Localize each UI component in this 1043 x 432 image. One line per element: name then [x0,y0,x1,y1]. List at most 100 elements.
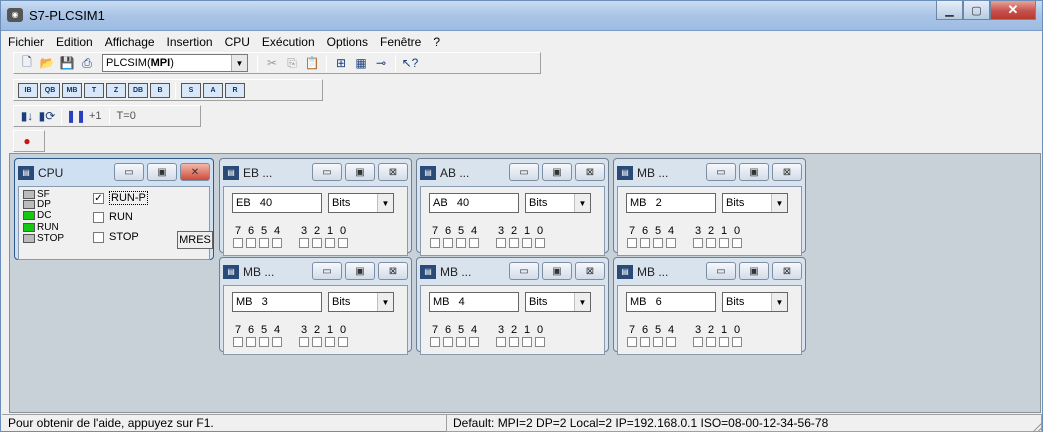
checkbox-box[interactable] [93,211,104,223]
bit-checkbox[interactable] [640,337,650,347]
close-button[interactable]: ⊠ [378,163,408,181]
insert-stack-icon[interactable]: S [181,82,201,98]
menu-options[interactable]: Options [321,33,374,51]
address-field[interactable]: AB 40 [429,193,519,213]
mode-run-checkbox[interactable]: RUN [93,211,133,223]
bit-checkbox[interactable] [732,238,742,248]
bit-checkbox[interactable] [653,337,663,347]
maximize-button[interactable]: ▣ [147,163,177,181]
bit-checkbox[interactable] [259,337,269,347]
minimize-button[interactable]: ▭ [114,163,144,181]
bit-checkbox[interactable] [706,337,716,347]
bit-checkbox[interactable] [325,238,335,248]
bit-checkbox[interactable] [640,238,650,248]
address-field[interactable]: MB 3 [232,292,322,312]
minimize-button[interactable]: ▭ [706,163,736,181]
bit-checkbox[interactable] [666,337,676,347]
open-folder-icon[interactable]: 📂 [38,55,56,72]
chevron-down-icon[interactable]: ▼ [574,194,590,212]
bit-checkbox[interactable] [312,337,322,347]
close-button[interactable]: ✕ [990,1,1036,20]
bit-checkbox[interactable] [693,337,703,347]
close-button[interactable]: ⊠ [575,163,605,181]
bit-checkbox[interactable] [719,337,729,347]
bit-checkbox[interactable] [272,337,282,347]
close-button[interactable]: ✕ [180,163,210,181]
cpu-window[interactable]: ▤ CPU ▭ ▣ ✕ SF DP DC RUN STOP ✓ RUN-P RUN… [14,158,214,260]
bit-checkbox[interactable] [469,238,479,248]
pause-icon[interactable]: ❚❚ [66,108,86,125]
record-pin-icon[interactable]: ● [18,133,36,150]
format-select[interactable]: Bits ▼ [722,292,788,312]
insert-timer-icon[interactable]: T [84,82,104,98]
menu-help[interactable]: ? [427,33,446,51]
new-file-icon[interactable]: 🗋 [18,55,36,72]
insert-marker-icon[interactable]: MB [62,82,82,98]
tile-windows-icon[interactable]: ▦ [352,55,370,72]
chevron-down-icon[interactable]: ▼ [771,293,787,311]
minimize-button[interactable]: ▭ [509,262,539,280]
print-icon[interactable]: ⎙ [78,55,96,72]
bit-checkbox[interactable] [535,238,545,248]
next-scan-button[interactable]: +1 [87,110,104,122]
bit-checkbox[interactable] [312,238,322,248]
bit-checkbox[interactable] [522,238,532,248]
insert-accumulator-icon[interactable]: A [203,82,223,98]
close-button[interactable]: ⊠ [575,262,605,280]
checkbox-box[interactable] [93,231,104,243]
insert-vertical-bits-icon[interactable]: B [150,82,170,98]
copy-icon[interactable]: ⎘ [283,55,301,72]
bit-checkbox[interactable] [443,238,453,248]
bit-checkbox[interactable] [233,238,243,248]
mode-stop-checkbox[interactable]: STOP [93,231,139,243]
save-icon[interactable]: 💾 [58,55,76,72]
bit-checkbox[interactable] [666,238,676,248]
variable-window[interactable]: ▤ MB ... ▭ ▣ ⊠ MB 3 Bits ▼ 7 6 5 4 3 2 1 0 [219,257,412,355]
bit-checkbox[interactable] [325,337,335,347]
menu-cpu[interactable]: CPU [219,33,256,51]
menu-affichage[interactable]: Affichage [99,33,161,51]
format-select[interactable]: Bits ▼ [328,193,394,213]
bit-checkbox[interactable] [509,337,519,347]
continuous-scan-icon[interactable]: ▮⟳ [38,108,56,125]
close-button[interactable]: ⊠ [378,262,408,280]
menu-edition[interactable]: Edition [50,33,99,51]
bit-checkbox[interactable] [653,238,663,248]
insert-input-icon[interactable]: IB [18,82,38,98]
pin-icon[interactable]: ⊸ [372,55,390,72]
chevron-down-icon[interactable]: ▼ [574,293,590,311]
variable-window[interactable]: ▤ EB ... ▭ ▣ ⊠ EB 40 Bits ▼ 7 6 5 4 3 2 1 0 [219,158,412,256]
chevron-down-icon[interactable]: ▼ [771,194,787,212]
close-button[interactable]: ⊠ [772,262,802,280]
insert-output-icon[interactable]: QB [40,82,60,98]
maximize-button[interactable]: ▣ [542,262,572,280]
address-field[interactable]: EB 40 [232,193,322,213]
bit-checkbox[interactable] [456,337,466,347]
minimize-button[interactable]: ▭ [312,163,342,181]
menu-fenetre[interactable]: Fenêtre [374,33,427,51]
minimize-button[interactable]: ▭ [706,262,736,280]
variable-window[interactable]: ▤ AB ... ▭ ▣ ⊠ AB 40 Bits ▼ 7 6 5 4 3 2 1 0 [416,158,609,256]
maximize-button[interactable]: ▣ [739,163,769,181]
minimize-button[interactable]: ▭ [509,163,539,181]
maximize-button[interactable]: ▢ [963,1,990,20]
bit-checkbox[interactable] [246,337,256,347]
bit-checkbox[interactable] [259,238,269,248]
close-button[interactable]: ⊠ [772,163,802,181]
network-icon[interactable]: ⊞ [332,55,350,72]
minimize-button[interactable]: ▭ [312,262,342,280]
context-help-icon[interactable]: ↖? [401,55,419,72]
format-select[interactable]: Bits ▼ [722,193,788,213]
format-select[interactable]: Bits ▼ [525,193,591,213]
chevron-down-icon[interactable]: ▼ [377,293,393,311]
mode-run-p-checkbox[interactable]: ✓ RUN-P [93,191,148,205]
bit-checkbox[interactable] [535,337,545,347]
bit-checkbox[interactable] [233,337,243,347]
maximize-button[interactable]: ▣ [345,163,375,181]
bit-checkbox[interactable] [496,238,506,248]
bit-checkbox[interactable] [299,238,309,248]
maximize-button[interactable]: ▣ [542,163,572,181]
maximize-button[interactable]: ▣ [739,262,769,280]
menu-insertion[interactable]: Insertion [161,33,219,51]
bit-checkbox[interactable] [496,337,506,347]
